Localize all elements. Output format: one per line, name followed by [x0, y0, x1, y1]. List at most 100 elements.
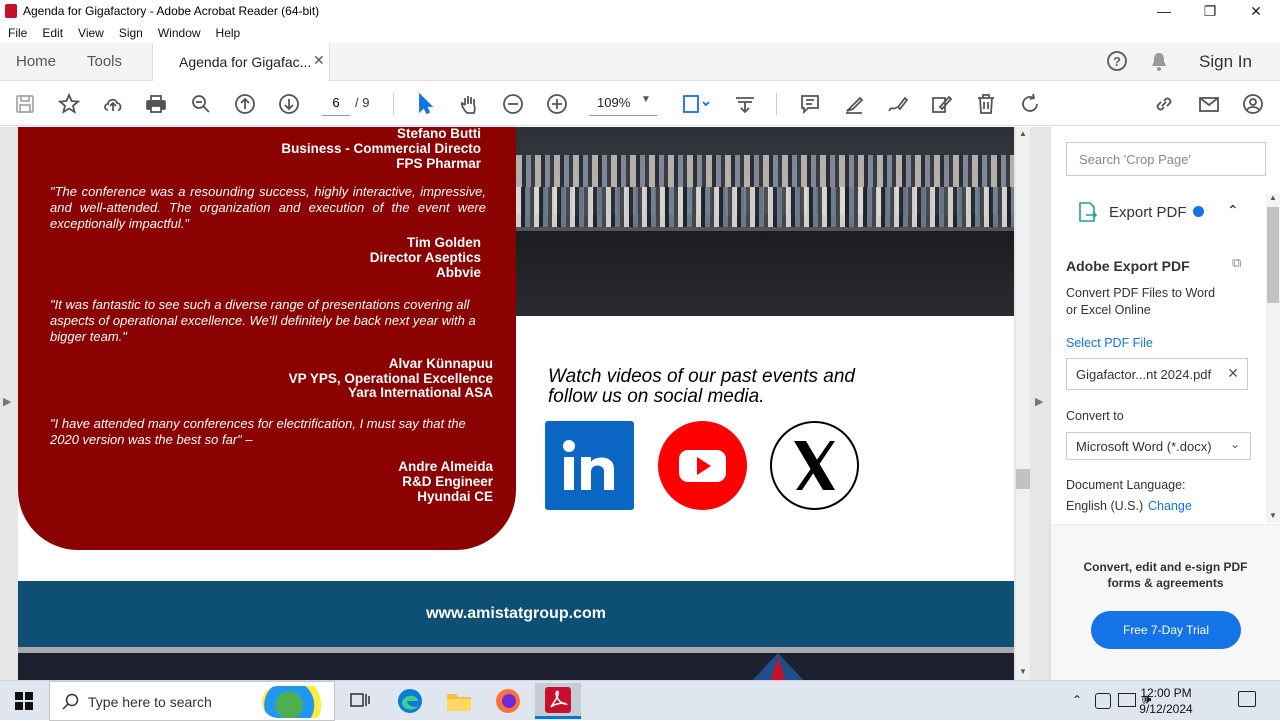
firefox-icon[interactable]	[488, 685, 528, 717]
tray-chevron-up-icon[interactable]: ⌃	[1072, 693, 1082, 707]
zoom-in-icon[interactable]	[544, 91, 570, 117]
rotate-icon[interactable]	[1017, 91, 1043, 117]
delete-trash-icon[interactable]	[973, 91, 999, 117]
fit-page-icon[interactable]	[676, 91, 716, 117]
testimonial-company: FPS Pharmar	[396, 156, 481, 171]
zoom-search-icon[interactable]	[188, 91, 214, 117]
pdf-page: Stefano Butti Business - Commercial Dire…	[18, 127, 1014, 680]
acrobat-app-icon	[5, 4, 17, 18]
previous-page-icon[interactable]	[232, 91, 258, 117]
chevron-up-icon[interactable]: ⌃	[1227, 202, 1239, 219]
right-panel-toggle-icon[interactable]: ▶	[1035, 395, 1043, 408]
email-icon[interactable]	[1196, 91, 1222, 117]
menu-edit[interactable]: Edit	[42, 26, 63, 40]
close-window-button[interactable]: ✕	[1233, 0, 1279, 22]
page-number-input[interactable]	[322, 90, 350, 116]
scrollbar-thumb[interactable]	[1016, 469, 1030, 489]
display-tray-icon[interactable]	[1118, 693, 1136, 707]
youtube-icon[interactable]	[658, 421, 747, 510]
change-language-link[interactable]: Change	[1148, 499, 1192, 513]
website-url[interactable]: www.amistatgroup.com	[18, 605, 1014, 623]
print-icon[interactable]	[143, 91, 169, 117]
menu-window[interactable]: Window	[158, 26, 201, 40]
scroll-up-icon[interactable]: ▲	[1019, 129, 1027, 138]
chevron-down-icon: ⌄	[1229, 437, 1240, 451]
next-page-icon[interactable]	[276, 91, 302, 117]
promo-text: Convert, edit and e-sign PDF	[1083, 560, 1248, 574]
edge-browser-icon[interactable]	[390, 685, 430, 717]
promo-text: forms & agreements	[1107, 576, 1224, 590]
document-view[interactable]: ▶ ▶ ▲ ▼ Stefano Butti Business - Commerc…	[0, 127, 1050, 680]
comment-icon[interactable]	[797, 91, 823, 117]
toolbar-divider	[776, 93, 777, 115]
select-pdf-file-link[interactable]: Select PDF File	[1066, 336, 1153, 350]
convert-format-select[interactable]: Microsoft Word (*.docx) ⌄	[1066, 432, 1251, 460]
bookmark-star-icon[interactable]	[56, 91, 82, 117]
copy-icon[interactable]: ⧉	[1232, 255, 1241, 271]
taskbar-search-box[interactable]: Type here to search	[49, 681, 335, 721]
testimonial-title: R&D Engineer	[402, 474, 493, 489]
testimonials-panel: Stefano Butti Business - Commercial Dire…	[18, 127, 516, 550]
menu-help[interactable]: Help	[216, 26, 241, 40]
upload-cloud-icon[interactable]	[100, 91, 126, 117]
maximize-button[interactable]: ❐	[1187, 0, 1233, 22]
document-scrollbar[interactable]: ▲ ▼	[1016, 127, 1030, 680]
scrollbar-thumb[interactable]	[1267, 207, 1279, 303]
save-icon[interactable]	[12, 91, 38, 117]
remove-file-icon[interactable]: ✕	[1227, 365, 1239, 382]
website-banner: www.amistatgroup.com	[18, 581, 1014, 647]
testimonial-name: Alvar Künnapuu	[388, 356, 493, 371]
zoom-out-icon[interactable]	[500, 91, 526, 117]
scroll-down-icon[interactable]: ▼	[1269, 511, 1277, 520]
highlight-pen-icon[interactable]	[841, 91, 867, 117]
promo-box: Convert, edit and e-sign PDF forms & agr…	[1051, 524, 1280, 680]
sign-in-button[interactable]: Sign In	[1199, 52, 1252, 72]
tab-document[interactable]: Agenda for Gigafac... ✕	[152, 43, 330, 81]
file-explorer-icon[interactable]	[439, 685, 479, 717]
convert-format-value: Microsoft Word (*.docx)	[1076, 439, 1212, 454]
notifications-bell-icon[interactable]	[1150, 52, 1168, 77]
share-link-icon[interactable]	[1151, 91, 1177, 117]
convert-description: or Excel Online	[1066, 303, 1151, 317]
x-twitter-icon[interactable]	[770, 421, 859, 510]
testimonial-quote: "I have attended many conferences for el…	[50, 416, 466, 447]
acrobat-taskbar-icon[interactable]	[535, 683, 581, 719]
taskbar-clock[interactable]: 12:00 PM 9/12/2024	[1136, 685, 1196, 717]
menu-view[interactable]: View	[78, 26, 104, 40]
export-pdf-header[interactable]: Export PDF ⌃	[1051, 193, 1266, 233]
testimonial-quote: "The conference was a resounding success…	[50, 184, 486, 231]
selected-file-field[interactable]: Gigafactor...nt 2024.pdf ✕	[1066, 358, 1248, 390]
export-pdf-title: Export PDF	[1109, 204, 1187, 221]
taskbar-search-placeholder: Type here to search	[88, 694, 212, 710]
tools-pane-scrollbar[interactable]: ▲ ▼	[1266, 193, 1280, 523]
scroll-up-icon[interactable]: ▲	[1269, 193, 1277, 202]
hand-tool-icon[interactable]	[456, 91, 482, 117]
tools-search-input[interactable]: Search 'Crop Page'	[1066, 142, 1266, 176]
fill-sign-icon[interactable]	[928, 91, 954, 117]
task-view-icon[interactable]	[340, 685, 380, 717]
testimonial-name: Andre Almeida	[398, 459, 493, 474]
share-user-icon[interactable]	[1240, 91, 1266, 117]
zoom-level-value: 109%	[597, 95, 631, 110]
scroll-mode-icon[interactable]	[732, 91, 758, 117]
select-cursor-icon[interactable]	[412, 91, 438, 117]
help-icon[interactable]: ?	[1107, 51, 1127, 71]
scroll-down-icon[interactable]: ▼	[1019, 667, 1027, 676]
close-tab-icon[interactable]: ✕	[313, 52, 325, 69]
windows-start-icon[interactable]	[4, 685, 44, 717]
network-tray-icon[interactable]	[1095, 693, 1111, 709]
menu-file[interactable]: File	[8, 26, 27, 40]
free-trial-button[interactable]: Free 7-Day Trial	[1091, 611, 1241, 649]
linkedin-icon[interactable]	[545, 421, 634, 510]
notification-center-icon[interactable]	[1238, 691, 1256, 707]
zoom-level-select[interactable]: 109% ▼	[589, 90, 657, 116]
tab-tools[interactable]: Tools	[87, 53, 122, 70]
adobe-export-heading: Adobe Export PDF	[1066, 258, 1190, 274]
draw-freeform-icon[interactable]	[884, 91, 910, 117]
tools-pane: Search 'Crop Page' Export PDF ⌃ Adobe Ex…	[1050, 127, 1280, 680]
left-panel-toggle-icon[interactable]: ▶	[3, 395, 11, 408]
minimize-button[interactable]: —	[1141, 0, 1187, 22]
menu-sign[interactable]: Sign	[119, 26, 143, 40]
tab-home[interactable]: Home	[16, 53, 56, 70]
social-heading-line: Watch videos of our past events and	[548, 366, 855, 387]
